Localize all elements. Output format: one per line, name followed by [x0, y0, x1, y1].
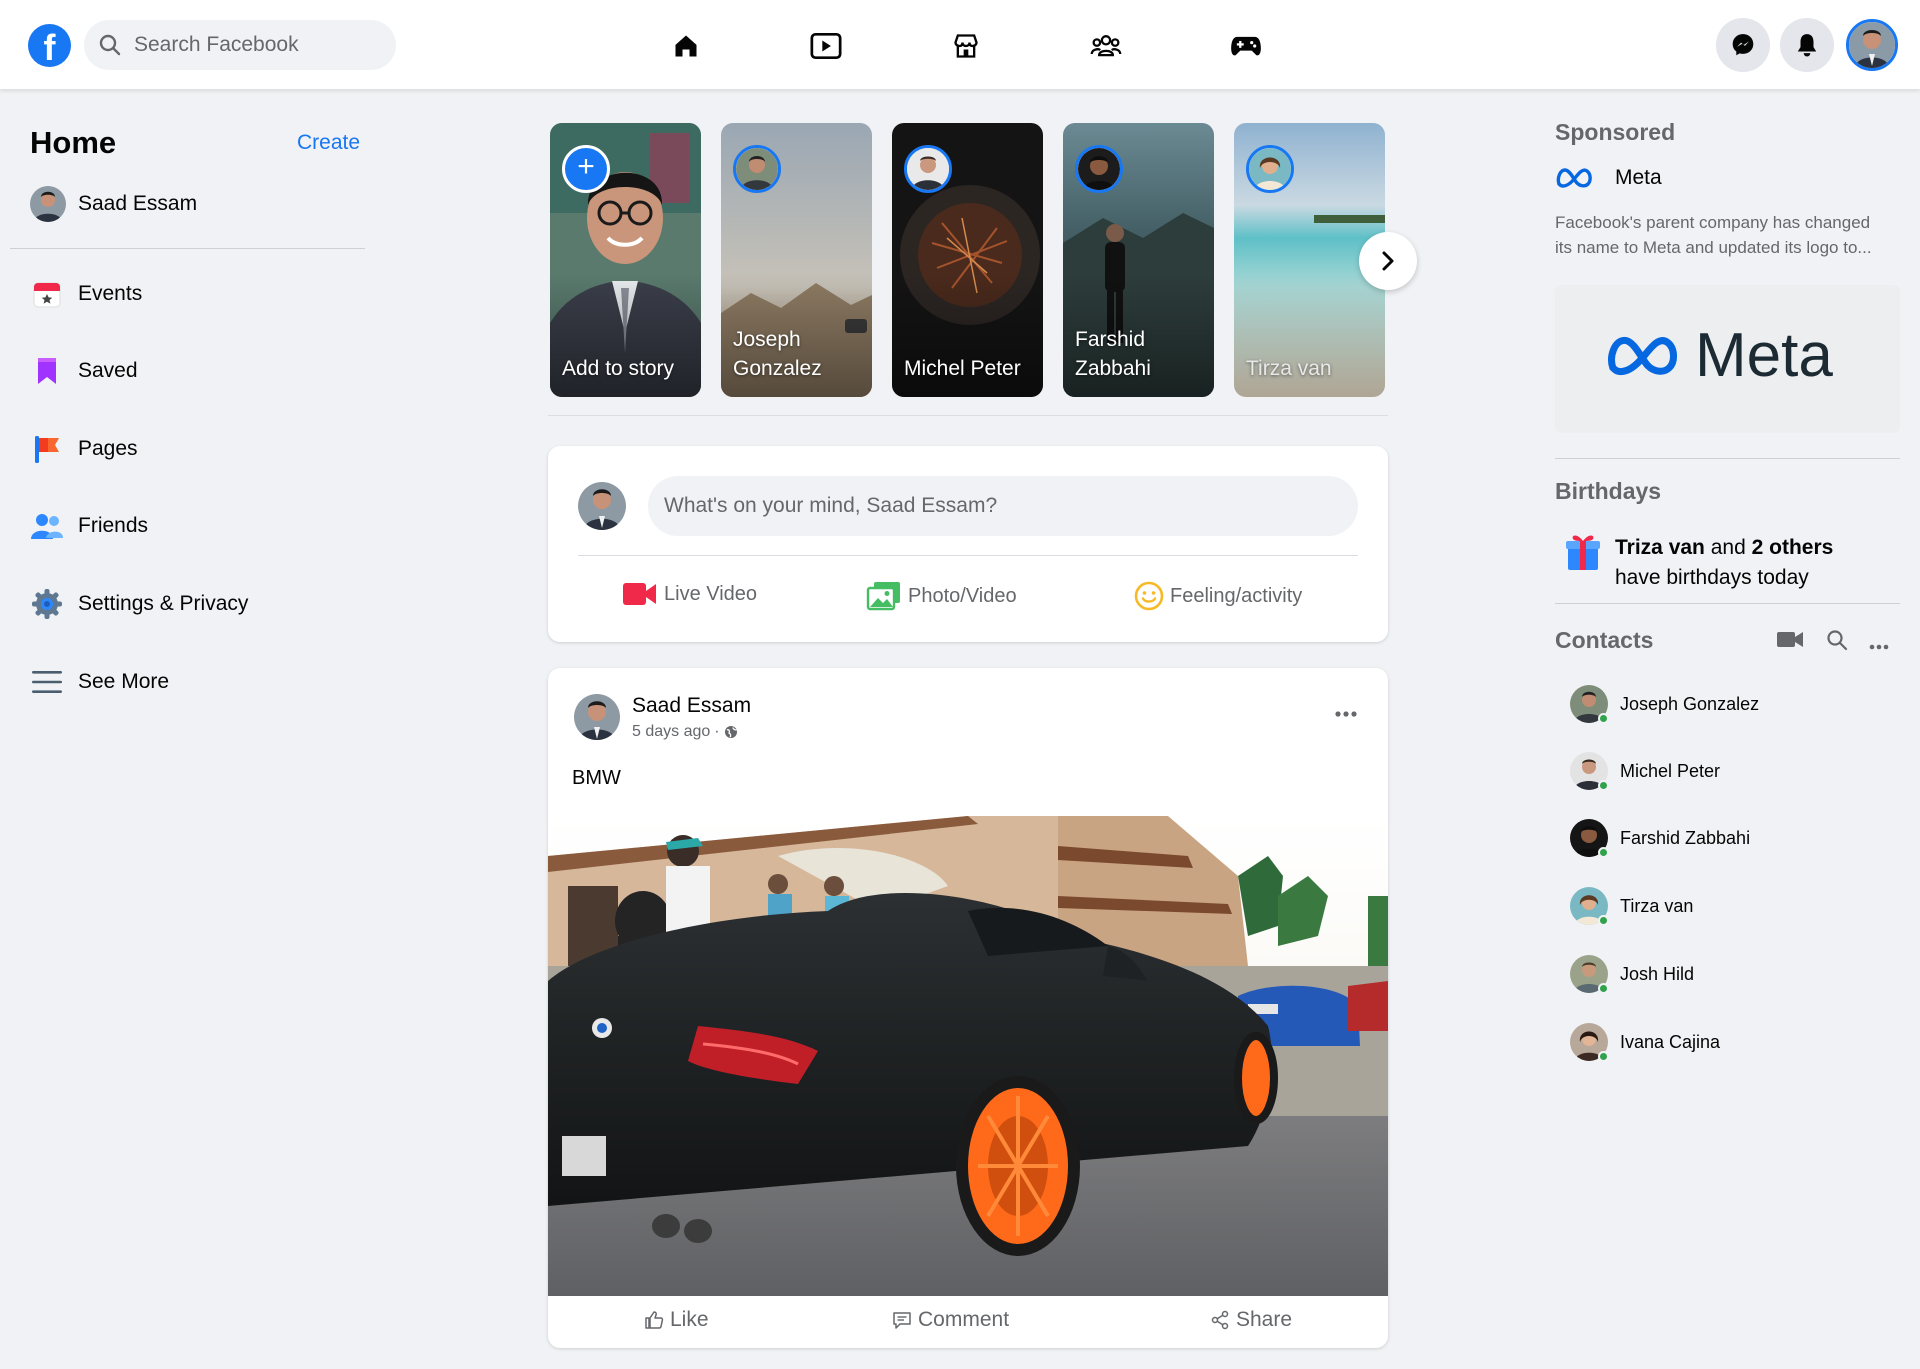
right-divider	[1555, 458, 1900, 459]
online-indicator	[1598, 1051, 1609, 1062]
stories-divider	[548, 415, 1388, 416]
composer-divider	[578, 555, 1358, 556]
meta-logo-icon	[1556, 168, 1592, 188]
post-author-avatar[interactable]	[574, 694, 620, 740]
add-story-plus-icon[interactable]: +	[562, 145, 610, 193]
search-icon	[99, 34, 121, 56]
post-options-icon[interactable]	[1328, 704, 1364, 724]
story-card[interactable]: Joseph Gonzalez	[721, 123, 872, 397]
sponsored-heading: Sponsored	[1555, 119, 1676, 145]
post-text: BMW	[572, 767, 621, 789]
stories-next-button[interactable]	[1359, 232, 1417, 290]
page-title: Home	[30, 125, 117, 160]
sidebar-item-settings-privacy[interactable]: Settings & Privacy	[30, 584, 248, 624]
sidebar-item-friends[interactable]: Friends	[30, 506, 148, 546]
sidebar-profile-link[interactable]: Saad Essam	[30, 186, 197, 222]
share-icon	[1211, 1310, 1229, 1330]
post-photo[interactable]	[548, 816, 1388, 1296]
sponsor-ad-image[interactable]: Meta	[1555, 285, 1900, 433]
photo-video-icon	[866, 582, 900, 611]
live-video-icon	[623, 583, 656, 605]
friends-icon	[30, 509, 64, 543]
right-divider	[1555, 603, 1900, 604]
avatar	[578, 482, 626, 530]
post-author-name[interactable]: Saad Essam	[632, 694, 751, 718]
feeling-activity-button[interactable]: Feeling/activity	[1134, 581, 1302, 611]
story-avatar	[733, 145, 781, 193]
contacts-heading: Contacts	[1555, 627, 1654, 653]
sidebar-item-pages[interactable]: Pages	[30, 429, 138, 469]
messenger-button[interactable]	[1716, 18, 1770, 72]
calendar-icon	[30, 277, 64, 311]
profile-avatar[interactable]	[1846, 19, 1898, 71]
post-card: Saad Essam 5 days ago · BMW Like Comment…	[548, 668, 1388, 1348]
contacts-search-icon[interactable]	[1826, 629, 1848, 656]
comment-icon	[893, 1312, 911, 1329]
sidebar-item-see-more[interactable]: See More	[30, 662, 169, 702]
contact-item[interactable]: Josh Hild	[1570, 954, 1694, 994]
share-button[interactable]: Share	[1210, 1308, 1292, 1332]
sidebar-divider	[10, 248, 365, 249]
groups-icon[interactable]	[1086, 26, 1126, 66]
notifications-button[interactable]	[1780, 18, 1834, 72]
chevron-right-icon	[1382, 251, 1394, 271]
gear-icon	[30, 587, 64, 621]
birthdays-heading: Birthdays	[1555, 478, 1662, 504]
facebook-logo[interactable]: f	[28, 24, 71, 67]
post-composer: Live Video Photo/Video Feeling/activity	[548, 446, 1388, 642]
contact-item[interactable]: Tirza van	[1570, 886, 1693, 926]
meta-logo-icon	[1608, 336, 1678, 376]
flag-icon	[30, 432, 64, 466]
online-indicator	[1598, 780, 1609, 791]
photo-video-button[interactable]: Photo/Video	[866, 581, 1017, 611]
marketplace-icon[interactable]	[946, 26, 986, 66]
post-timestamp: 5 days ago ·	[632, 723, 738, 741]
search-box[interactable]	[84, 20, 396, 70]
bell-icon	[1797, 34, 1817, 57]
sponsor-text: Facebook's parent company has changed it…	[1555, 213, 1872, 257]
like-icon	[645, 1311, 664, 1329]
contacts-options-icon[interactable]	[1869, 637, 1889, 655]
sidebar-item-events[interactable]: Events	[30, 274, 142, 314]
top-navigation-bar: f	[0, 0, 1920, 89]
menu-icon	[30, 665, 64, 699]
whats-on-your-mind-input[interactable]	[648, 476, 1358, 536]
gift-icon	[1565, 532, 1601, 572]
home-icon[interactable]	[666, 26, 706, 66]
story-avatar	[904, 145, 952, 193]
messenger-icon	[1732, 34, 1754, 56]
story-avatar	[1246, 145, 1294, 193]
contact-item[interactable]: Joseph Gonzalez	[1570, 684, 1759, 724]
contact-item[interactable]: Ivana Cajina	[1570, 1022, 1720, 1062]
story-card[interactable]: Farshid Zabbahi	[1063, 123, 1214, 397]
live-video-button[interactable]: Live Video	[622, 581, 757, 607]
comment-button[interactable]: Comment	[892, 1308, 1009, 1332]
sponsor-name: Meta	[1615, 166, 1662, 189]
like-button[interactable]: Like	[644, 1308, 709, 1332]
ad-logo-text: Meta	[1695, 321, 1833, 390]
contact-item[interactable]: Michel Peter	[1570, 751, 1720, 791]
sidebar-user-name: Saad Essam	[78, 192, 198, 215]
story-avatar	[1075, 145, 1123, 193]
sponsor-row[interactable]: Meta	[1555, 166, 1662, 190]
birthday-text[interactable]: Triza van and 2 others have birthdays to…	[1615, 533, 1833, 593]
online-indicator	[1598, 713, 1609, 724]
gaming-icon[interactable]	[1226, 26, 1266, 66]
video-call-icon[interactable]	[1776, 629, 1804, 654]
bookmark-icon	[30, 354, 64, 388]
globe-icon	[724, 726, 737, 738]
smiley-icon	[1134, 581, 1164, 611]
story-card[interactable]: Michel Peter	[892, 123, 1043, 397]
sidebar-item-saved[interactable]: Saved	[30, 351, 138, 391]
story-card-add[interactable]: + Add to story	[550, 123, 701, 397]
create-link[interactable]: Create	[297, 131, 360, 155]
online-indicator	[1598, 847, 1609, 858]
search-input[interactable]	[134, 20, 384, 70]
online-indicator	[1598, 915, 1609, 926]
avatar	[30, 186, 66, 222]
watch-icon[interactable]	[806, 26, 846, 66]
online-indicator	[1598, 983, 1609, 994]
contact-item[interactable]: Farshid Zabbahi	[1570, 818, 1750, 858]
